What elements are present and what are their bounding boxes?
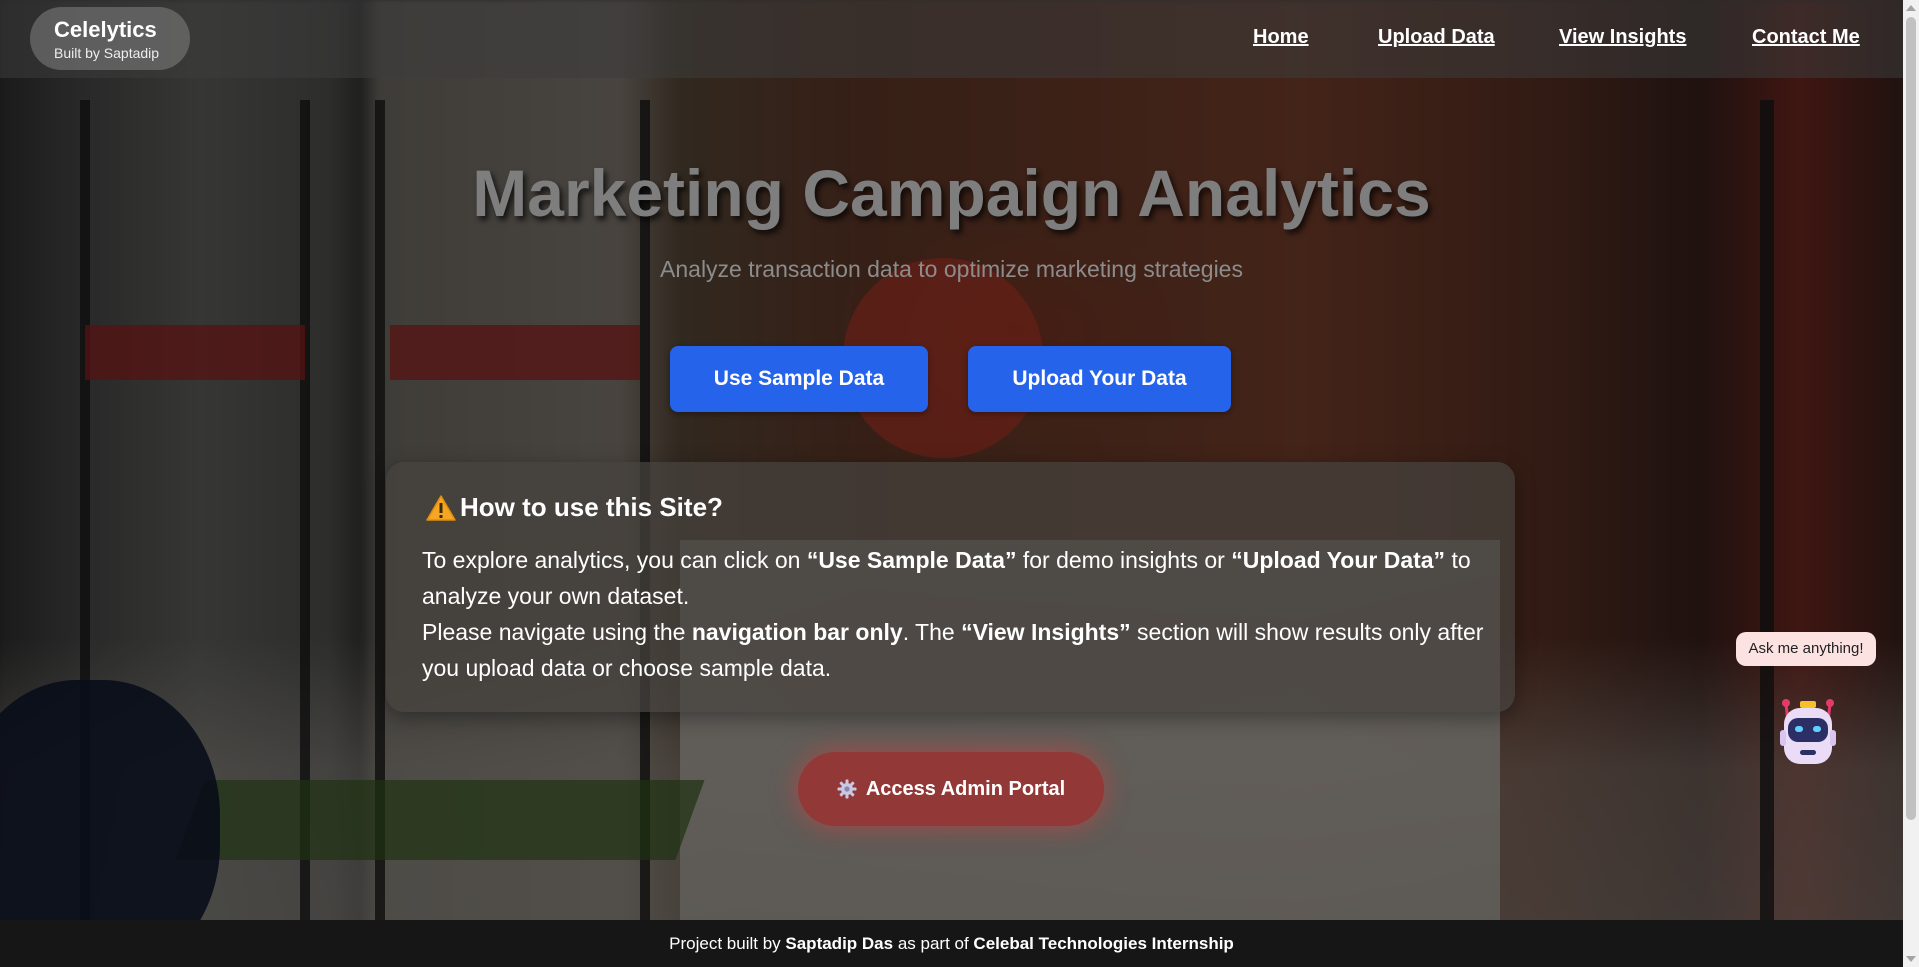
access-admin-portal-button[interactable]: Access Admin Portal (798, 752, 1104, 826)
footer: Project built by Saptadip Das as part of… (0, 920, 1903, 967)
hero-title: Marketing Campaign Analytics (472, 156, 1431, 230)
hero-subtitle: Analyze transaction data to optimize mar… (660, 256, 1243, 282)
warning-icon (426, 494, 456, 522)
navbar: Celelytics Built by Saptadip Home Upload… (0, 0, 1903, 78)
nav-link-view-insights[interactable]: View Insights (1559, 26, 1686, 49)
how-to-use-heading: How to use this Site? (426, 492, 723, 523)
upload-your-data-button[interactable]: Upload Your Data (968, 346, 1231, 412)
brand-subtitle: Built by Saptadip (54, 45, 160, 61)
how-to-use-heading-text: How to use this Site? (460, 492, 723, 522)
brand-logo[interactable]: Celelytics Built by Saptadip (30, 7, 190, 70)
page: Celelytics Built by Saptadip Home Upload… (0, 0, 1919, 967)
nav-link-contact-me[interactable]: Contact Me (1752, 26, 1860, 49)
nav-link-home[interactable]: Home (1253, 26, 1309, 49)
use-sample-data-button[interactable]: Use Sample Data (670, 346, 928, 412)
brand-title: Celelytics (54, 17, 157, 42)
robot-icon[interactable] (1772, 696, 1844, 768)
scroll-down-arrow-icon[interactable] (1906, 956, 1916, 962)
scrollbar-thumb[interactable] (1906, 17, 1916, 820)
how-to-use-body: To explore analytics, you can click on “… (422, 547, 1484, 681)
scroll-up-arrow-icon[interactable] (1906, 5, 1916, 11)
footer-author: Saptadip Das (785, 934, 894, 953)
gear-icon (837, 779, 857, 799)
nav-link-upload-data[interactable]: Upload Data (1378, 26, 1495, 49)
chat-prompt-bubble[interactable]: Ask me anything! (1736, 632, 1876, 666)
footer-program: Celebal Technologies Internship (973, 934, 1234, 953)
how-to-use-card: How to use this Site? To explore analyti… (386, 462, 1515, 712)
admin-button-label: Access Admin Portal (865, 777, 1066, 800)
vertical-scrollbar[interactable] (1903, 0, 1919, 967)
